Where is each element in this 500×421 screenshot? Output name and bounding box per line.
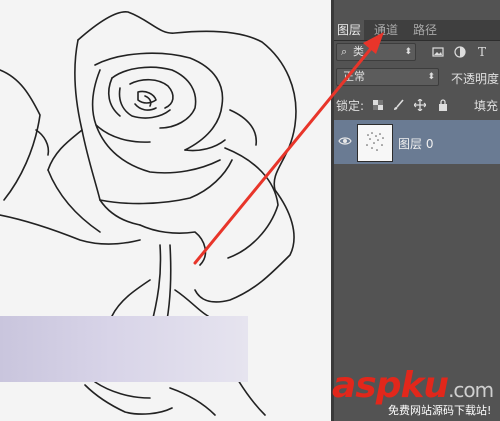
watermark-logo-text: aspku: [332, 365, 449, 406]
watermark-subtitle: 免费网站源码下载站!: [388, 404, 492, 417]
annotation-arrow: [193, 32, 384, 265]
watermark-logo-suffix: .com: [448, 378, 494, 402]
watermark: aspku.com 免费网站源码下载站!: [322, 366, 500, 421]
